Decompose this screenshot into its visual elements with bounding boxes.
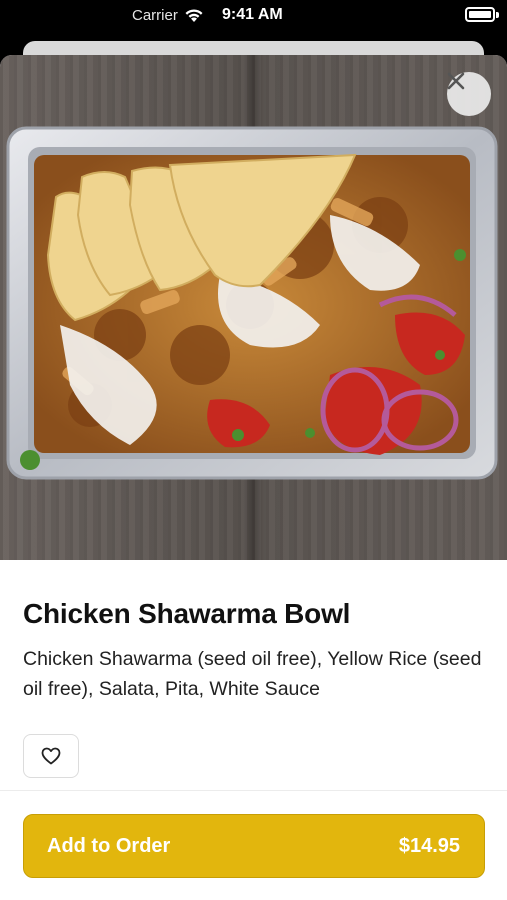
add-to-order-label: Add to Order [47,834,171,857]
price-label: $14.95 [398,834,460,857]
carrier-label: Carrier [132,7,178,24]
status-bar: Carrier 9:41 AM [0,0,507,32]
item-description: Chicken Shawarma (seed oil free), Yellow… [23,648,482,700]
close-icon [447,72,465,90]
item-photo [0,55,507,560]
battery-icon [465,7,495,22]
battery-tip [496,12,499,18]
divider [0,790,507,791]
item-title: Chicken Shawarma Bowl [23,598,351,629]
status-time: 9:41 AM [222,6,283,23]
status-left: Carrier [132,7,204,24]
close-button[interactable] [447,72,491,116]
wifi-icon [185,9,203,22]
item-detail-sheet: Chicken Shawarma Bowl Chicken Shawarma (… [0,55,507,900]
add-to-order-button[interactable]: Add to Order $14.95 [23,814,485,878]
heart-icon [41,747,61,765]
favorite-button[interactable] [23,734,79,778]
food-illustration [6,126,498,480]
